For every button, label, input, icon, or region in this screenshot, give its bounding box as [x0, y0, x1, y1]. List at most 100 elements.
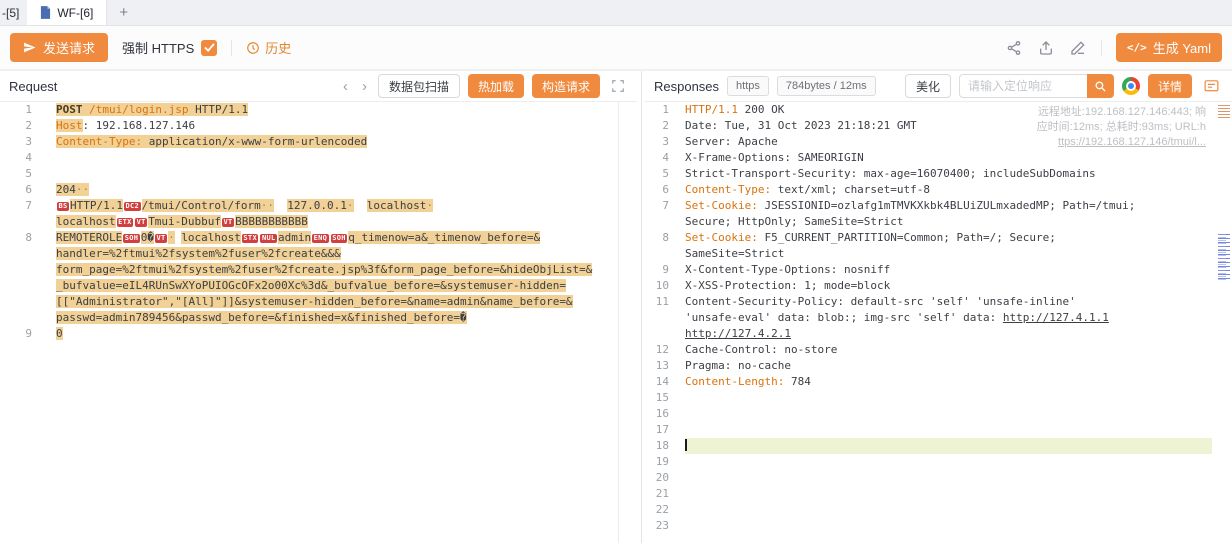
code-line: passwd=admin789456&passwd_before=&finish… — [56, 310, 467, 326]
line-number — [0, 214, 56, 230]
code-token: 0� — [141, 231, 154, 244]
line-number: 2 — [0, 118, 56, 134]
size-time-badge: 784bytes / 12ms — [777, 76, 876, 96]
code-row[interactable]: 7BSHTTP/1.1DC2/tmui/Control/form·· 127.0… — [0, 198, 637, 214]
code-row[interactable]: _bufvalue=eIL4RUnSwXYoPUIOGcOFx2o00Xc%3d… — [0, 278, 637, 294]
code-row[interactable]: handler=%2ftmui%2fsystem%2fuser%2fcreate… — [0, 246, 637, 262]
code-row[interactable]: 2Host: 192.168.127.146 — [0, 118, 637, 134]
request-editor[interactable]: 1POST /tmui/login.jsp HTTP/1.12Host: 192… — [0, 102, 637, 543]
beautify-button[interactable]: 美化 — [905, 74, 951, 98]
code-row[interactable]: 6Content-Type: text/xml; charset=utf-8 — [645, 182, 1232, 198]
tab-active[interactable]: WF-[6] — [27, 0, 107, 25]
code-row[interactable]: 4X-Frame-Options: SAMEORIGIN — [645, 150, 1232, 166]
code-row[interactable]: 5 — [0, 166, 637, 182]
line-number: 12 — [645, 342, 685, 358]
share-icon[interactable] — [1005, 39, 1023, 57]
code-row[interactable]: localhostETXVTTmui-DubbufVTBBBBBBBBBBB — [0, 214, 637, 230]
build-request-button[interactable]: 构造请求 — [532, 74, 600, 98]
code-line: _bufvalue=eIL4RUnSwXYoPUIOGcOFx2o00Xc%3d… — [56, 278, 566, 294]
code-token: [["Administrator","[All]"]]&systemuser-h… — [56, 295, 573, 308]
code-row[interactable]: 4 — [0, 150, 637, 166]
message-icon[interactable] — [1200, 78, 1223, 95]
line-number: 1 — [0, 102, 56, 118]
code-row[interactable]: 20 — [645, 470, 1232, 486]
code-row[interactable]: 5Strict-Transport-Security: max-age=1607… — [645, 166, 1232, 182]
code-row[interactable]: 1HTTP/1.1 200 OK — [645, 102, 1232, 118]
response-code: 1HTTP/1.1 200 OK2Date: Tue, 31 Oct 2023 … — [645, 102, 1232, 534]
code-row[interactable]: 19 — [645, 454, 1232, 470]
code-row[interactable]: 16 — [645, 406, 1232, 422]
line-number — [0, 246, 56, 262]
code-token: POST — [56, 103, 89, 116]
export-icon[interactable] — [1037, 39, 1055, 57]
chevron-left-icon[interactable]: ‹ — [340, 79, 351, 94]
fullscreen-icon[interactable] — [608, 79, 628, 93]
code-row[interactable]: 6204·· — [0, 182, 637, 198]
code-row[interactable]: form_page=%2ftmui%2fsystem%2fuser%2fcrea… — [0, 262, 637, 278]
code-row[interactable]: http://127.4.2.1 — [645, 326, 1232, 342]
code-row[interactable]: 'unsafe-eval' data: blob:; img-src 'self… — [645, 310, 1232, 326]
request-title: Request — [9, 79, 57, 94]
request-scrollbar[interactable] — [618, 102, 619, 543]
control-char-badge: SOH — [123, 234, 140, 243]
code-token: Secure; HttpOnly; SameSite=Strict — [685, 215, 904, 228]
code-row[interactable]: 12Cache-Control: no-store — [645, 342, 1232, 358]
code-token: · — [347, 199, 354, 212]
send-request-button[interactable]: 发送请求 — [10, 33, 108, 62]
code-token: /tmui/Control/form — [142, 199, 261, 212]
generate-yaml-button[interactable]: </> 生成 Yaml — [1116, 33, 1222, 62]
open-in-chrome-icon[interactable] — [1122, 77, 1140, 95]
hot-reload-button[interactable]: 热加载 — [468, 74, 524, 98]
tab-active-label: WF-[6] — [57, 6, 93, 20]
history-button[interactable]: 历史 — [246, 38, 291, 57]
panel-splitter[interactable] — [637, 71, 645, 543]
locate-response-input[interactable] — [959, 74, 1087, 98]
code-row[interactable]: 11Content-Security-Policy: default-src '… — [645, 294, 1232, 310]
code-row[interactable]: [["Administrator","[All]"]]&systemuser-h… — [0, 294, 637, 310]
code-row[interactable]: SameSite=Strict — [645, 246, 1232, 262]
code-token: Cache-Control: no-store — [685, 343, 837, 356]
code-row[interactable]: 9X-Content-Type-Options: nosniff — [645, 262, 1232, 278]
send-request-label: 发送请求 — [43, 38, 95, 57]
line-number: 10 — [645, 278, 685, 294]
code-row[interactable]: Secure; HttpOnly; SameSite=Strict — [645, 214, 1232, 230]
code-token: Date: Tue, 31 Oct 2023 21:18:21 GMT — [685, 119, 917, 132]
code-row[interactable]: 13Pragma: no-cache — [645, 358, 1232, 374]
code-row[interactable]: 21 — [645, 486, 1232, 502]
response-title: Responses — [654, 79, 719, 94]
code-row[interactable]: 17 — [645, 422, 1232, 438]
code-row[interactable]: 8REMOTEROLESOH0�VT· localhostSTXNULadmin… — [0, 230, 637, 246]
search-button[interactable] — [1087, 74, 1114, 98]
new-tab-button[interactable]: + — [107, 0, 140, 25]
code-row[interactable]: 18 — [645, 438, 1232, 454]
line-number: 4 — [0, 150, 56, 166]
code-row[interactable]: 7Set-Cookie: JSESSIONID=ozlafg1mTMVKXkbk… — [645, 198, 1232, 214]
chevron-right-icon[interactable]: › — [359, 79, 370, 94]
code-line: Content-Length: 784 — [685, 374, 811, 390]
code-token: SameSite=Strict — [685, 247, 784, 260]
response-editor[interactable]: 1HTTP/1.1 200 OK2Date: Tue, 31 Oct 2023 … — [645, 102, 1232, 543]
file-icon — [40, 6, 51, 19]
code-line: X-Content-Type-Options: nosniff — [685, 262, 890, 278]
code-row[interactable]: 23 — [645, 518, 1232, 534]
code-row[interactable]: 90 — [0, 326, 637, 342]
code-token: Host — [56, 119, 83, 132]
edit-icon[interactable] — [1069, 39, 1087, 57]
code-row[interactable]: 3Server: Apache — [645, 134, 1232, 150]
code-row[interactable]: passwd=admin789456&passwd_before=&finish… — [0, 310, 637, 326]
detail-button[interactable]: 详情 — [1148, 74, 1192, 98]
force-https-checkbox[interactable] — [201, 40, 217, 56]
code-row[interactable]: 8Set-Cookie: F5_CURRENT_PARTITION=Common… — [645, 230, 1232, 246]
code-row[interactable]: 3Content-Type: application/x-www-form-ur… — [0, 134, 637, 150]
code-row[interactable]: 15 — [645, 390, 1232, 406]
code-row[interactable]: 1POST /tmui/login.jsp HTTP/1.1 — [0, 102, 637, 118]
code-row[interactable]: 2Date: Tue, 31 Oct 2023 21:18:21 GMT — [645, 118, 1232, 134]
packet-scan-button[interactable]: 数据包扫描 — [378, 74, 460, 98]
tab-previous[interactable]: -[5] — [0, 0, 27, 25]
code-row[interactable]: 22 — [645, 502, 1232, 518]
line-number: 23 — [645, 518, 685, 534]
code-row[interactable]: 14Content-Length: 784 — [645, 374, 1232, 390]
code-row[interactable]: 10X-XSS-Protection: 1; mode=block — [645, 278, 1232, 294]
minimap[interactable] — [1216, 102, 1232, 543]
control-char-badge: VT — [135, 218, 147, 227]
